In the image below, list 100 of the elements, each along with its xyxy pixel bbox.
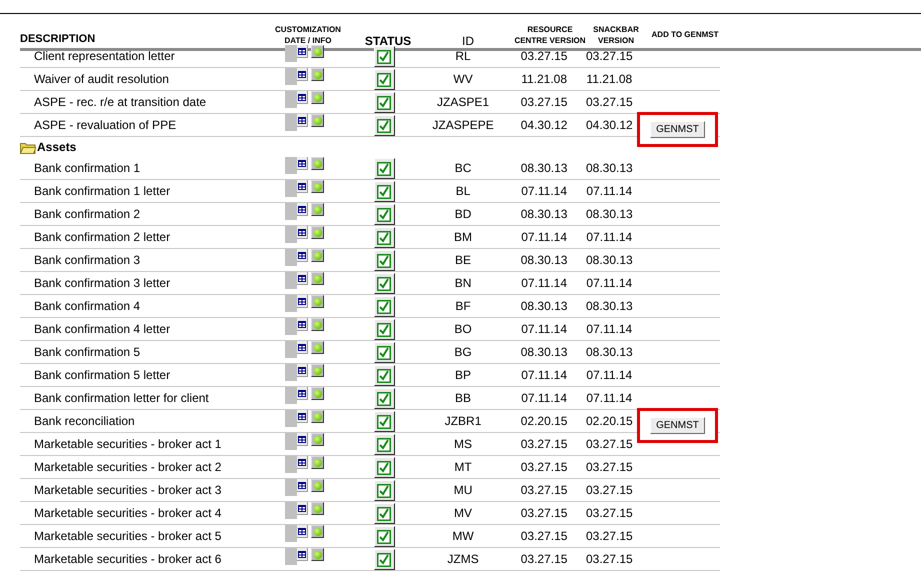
info-dot-icon[interactable] — [311, 226, 324, 239]
calendar-icon[interactable] — [297, 180, 308, 193]
calendar-icon[interactable] — [297, 318, 308, 331]
version-cell: 08.30.13 — [586, 345, 633, 359]
info-dot-icon[interactable] — [311, 203, 324, 216]
calendar-icon[interactable] — [297, 479, 308, 492]
version-cell: 03.27.15 — [586, 49, 633, 63]
calendar-icon[interactable] — [297, 45, 308, 58]
info-dot-icon[interactable] — [311, 114, 324, 127]
status-checkbox[interactable] — [374, 273, 394, 294]
info-dot-icon[interactable] — [311, 318, 324, 331]
status-checkbox[interactable] — [374, 227, 394, 248]
info-dot-icon[interactable] — [311, 68, 324, 81]
status-checkbox[interactable] — [374, 204, 394, 225]
calendar-icon[interactable] — [297, 410, 308, 423]
status-checkbox[interactable] — [374, 92, 394, 113]
calendar-icon[interactable] — [297, 525, 308, 538]
description-cell: Client representation letter — [34, 49, 175, 63]
info-dot-icon[interactable] — [311, 502, 324, 515]
calendar-icon[interactable] — [297, 502, 308, 515]
version-cell: 03.27.15 — [520, 49, 568, 63]
info-dot-icon[interactable] — [311, 45, 324, 58]
info-dot-icon[interactable] — [311, 157, 324, 170]
version-cell: 08.30.13 — [586, 161, 633, 175]
calendar-icon[interactable] — [297, 249, 308, 262]
calendar-icon[interactable] — [297, 272, 308, 285]
status-checkbox[interactable] — [374, 549, 394, 570]
calendar-icon[interactable] — [297, 548, 308, 561]
calendar-icon[interactable] — [297, 456, 308, 469]
date-placeholder — [285, 157, 298, 174]
info-dot-icon[interactable] — [311, 249, 324, 262]
version-cell: 02.20.15 — [586, 414, 633, 428]
info-dot-icon[interactable] — [311, 433, 324, 446]
version-cell: 03.27.15 — [586, 506, 633, 520]
status-checkbox[interactable] — [374, 158, 394, 179]
version-cell: 07.11.14 — [521, 322, 568, 336]
status-checkbox[interactable] — [374, 411, 394, 432]
status-checkbox[interactable] — [374, 181, 394, 202]
info-dot-icon[interactable] — [311, 456, 324, 469]
description-cell: Bank confirmation 3 letter — [34, 276, 170, 290]
description-cell: Marketable securities - broker act 4 — [34, 506, 222, 520]
status-checkbox[interactable] — [374, 46, 394, 67]
calendar-icon[interactable] — [297, 203, 308, 216]
genmst-button[interactable]: GENMST — [650, 416, 705, 434]
calendar-icon[interactable] — [297, 68, 308, 81]
status-checkbox[interactable] — [374, 480, 394, 501]
version-cell: 07.11.14 — [586, 322, 632, 336]
calendar-icon[interactable] — [297, 295, 308, 308]
info-dot-icon[interactable] — [311, 387, 324, 400]
status-checkbox[interactable] — [374, 319, 394, 340]
calendar-icon[interactable] — [297, 226, 308, 239]
calendar-icon[interactable] — [297, 114, 308, 127]
status-checkbox[interactable] — [374, 250, 394, 271]
id-cell: BG — [454, 345, 472, 359]
genmst-button[interactable]: GENMST — [650, 120, 705, 138]
calendar-icon[interactable] — [297, 157, 308, 170]
info-dot-icon[interactable] — [311, 410, 324, 423]
status-checkbox[interactable] — [374, 296, 394, 317]
calendar-icon[interactable] — [297, 91, 308, 104]
status-checkbox[interactable] — [374, 365, 394, 386]
status-checkbox[interactable] — [374, 388, 394, 409]
id-cell: BD — [454, 207, 472, 221]
version-cell: 07.11.14 — [521, 184, 568, 198]
status-checkbox[interactable] — [374, 342, 394, 363]
status-checkbox[interactable] — [374, 526, 394, 547]
status-checkbox[interactable] — [374, 115, 394, 136]
info-dot-icon[interactable] — [311, 91, 324, 104]
add-to-genmst-header: ADD TO GENMST — [650, 29, 720, 41]
status-checkbox[interactable] — [374, 434, 394, 455]
description-cell: Bank confirmation 5 — [34, 345, 140, 359]
status-checkbox[interactable] — [374, 69, 394, 90]
info-dot-icon[interactable] — [311, 272, 324, 285]
id-cell: MS — [454, 437, 472, 451]
info-dot-icon[interactable] — [311, 364, 324, 377]
info-dot-icon[interactable] — [311, 479, 324, 492]
version-cell: 03.27.15 — [586, 552, 633, 566]
info-dot-icon[interactable] — [311, 295, 324, 308]
status-header: STATUS — [364, 34, 412, 48]
resource-version-header: RESOURCE CENTRE VERSION — [513, 24, 587, 47]
calendar-icon[interactable] — [297, 433, 308, 446]
version-cell: 03.27.15 — [586, 460, 633, 474]
customization-header: CUSTOMIZATION DATE / INFO — [274, 24, 342, 47]
status-checkbox[interactable] — [374, 503, 394, 524]
calendar-icon[interactable] — [297, 364, 308, 377]
info-dot-icon[interactable] — [311, 341, 324, 354]
version-cell: 07.11.14 — [521, 391, 568, 405]
calendar-icon[interactable] — [297, 341, 308, 354]
description-cell: Bank reconciliation — [34, 414, 135, 428]
version-cell: 07.11.14 — [586, 391, 632, 405]
id-cell: JZBR1 — [444, 414, 482, 428]
description-cell: Bank confirmation 2 letter — [34, 230, 170, 244]
status-checkbox[interactable] — [374, 457, 394, 478]
info-dot-icon[interactable] — [311, 548, 324, 561]
version-cell: 07.11.14 — [586, 276, 632, 290]
calendar-icon[interactable] — [297, 387, 308, 400]
version-cell: 03.27.15 — [520, 95, 568, 109]
info-dot-icon[interactable] — [311, 180, 324, 193]
version-cell: 03.27.15 — [520, 460, 568, 474]
info-dot-icon[interactable] — [311, 525, 324, 538]
description-cell: Bank confirmation 4 — [34, 299, 140, 313]
